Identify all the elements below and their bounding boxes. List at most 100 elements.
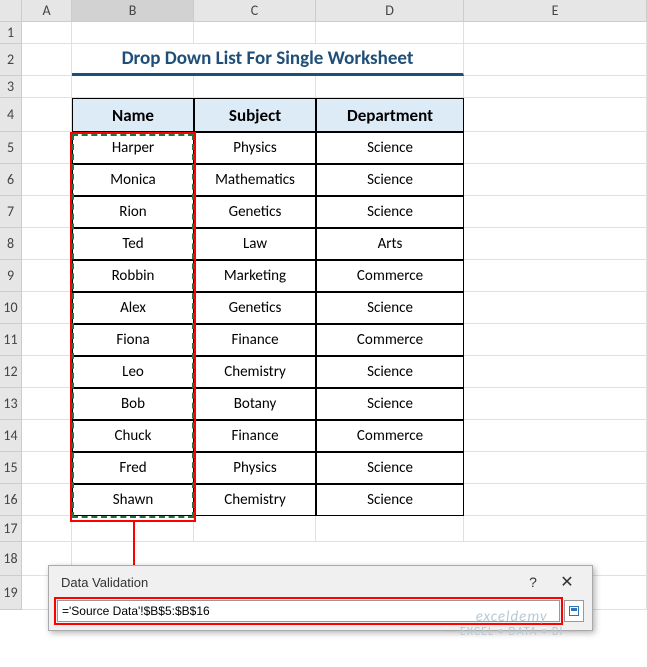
cell-name[interactable]: Shawn [72, 484, 194, 516]
cell-name[interactable]: Bob [72, 388, 194, 420]
cell-department[interactable]: Science [316, 484, 464, 516]
cell-department[interactable]: Science [316, 388, 464, 420]
cell-name[interactable]: Leo [72, 356, 194, 388]
cell[interactable] [22, 452, 72, 484]
row-header[interactable]: 14 [0, 420, 22, 452]
cell[interactable] [194, 516, 316, 542]
cell[interactable] [22, 228, 72, 260]
cell-subject[interactable]: Finance [194, 420, 316, 452]
col-header-d[interactable]: D [316, 0, 464, 21]
row-header[interactable]: 16 [0, 484, 22, 516]
cell[interactable] [22, 98, 72, 132]
cell-subject[interactable]: Genetics [194, 292, 316, 324]
row-header[interactable]: 7 [0, 196, 22, 228]
cell-department[interactable]: Arts [316, 228, 464, 260]
row-header[interactable]: 1 [0, 22, 22, 44]
col-header-e[interactable]: E [464, 0, 647, 21]
cell-name[interactable]: Fred [72, 452, 194, 484]
cell-subject[interactable]: Law [194, 228, 316, 260]
row-header[interactable]: 13 [0, 388, 22, 420]
row-header[interactable]: 19 [0, 576, 22, 610]
cell-department[interactable]: Commerce [316, 260, 464, 292]
cell[interactable] [22, 484, 72, 516]
row-header[interactable]: 2 [0, 44, 22, 76]
dialog-titlebar[interactable]: Data Validation ? ✕ [49, 566, 592, 596]
cell[interactable] [464, 292, 647, 324]
cell-subject[interactable]: Marketing [194, 260, 316, 292]
cell[interactable] [464, 452, 647, 484]
cell[interactable] [22, 356, 72, 388]
table-header-name[interactable]: Name [72, 98, 194, 132]
cell[interactable] [22, 388, 72, 420]
cell[interactable] [464, 516, 647, 542]
cell-department[interactable]: Science [316, 196, 464, 228]
row-header[interactable]: 6 [0, 164, 22, 196]
cell[interactable] [22, 196, 72, 228]
row-header[interactable]: 18 [0, 542, 22, 576]
cell[interactable] [72, 22, 194, 44]
cell-department[interactable]: Science [316, 356, 464, 388]
cell[interactable] [194, 22, 316, 44]
row-header[interactable]: 4 [0, 98, 22, 132]
cell-subject[interactable]: Physics [194, 452, 316, 484]
row-header[interactable]: 10 [0, 292, 22, 324]
row-header[interactable]: 17 [0, 516, 22, 542]
page-title[interactable]: Drop Down List For Single Worksheet [72, 44, 464, 76]
cell-name[interactable]: Robbin [72, 260, 194, 292]
row-header[interactable]: 5 [0, 132, 22, 164]
cell[interactable] [464, 196, 647, 228]
cell[interactable] [22, 132, 72, 164]
row-header[interactable]: 15 [0, 452, 22, 484]
cell[interactable] [22, 324, 72, 356]
cell[interactable] [464, 324, 647, 356]
cell[interactable] [464, 484, 647, 516]
dialog-close-button[interactable]: ✕ [550, 572, 584, 592]
cell-subject[interactable]: Physics [194, 132, 316, 164]
cell[interactable] [316, 22, 464, 44]
cell[interactable] [72, 76, 194, 98]
cell-subject[interactable]: Genetics [194, 196, 316, 228]
cell[interactable] [22, 420, 72, 452]
cell[interactable] [464, 228, 647, 260]
cell[interactable] [464, 388, 647, 420]
cell-department[interactable]: Science [316, 452, 464, 484]
cell[interactable] [464, 44, 647, 76]
cell[interactable] [22, 260, 72, 292]
cell[interactable] [316, 516, 464, 542]
row-header[interactable]: 8 [0, 228, 22, 260]
cell-department[interactable]: Commerce [316, 324, 464, 356]
cell[interactable] [464, 164, 647, 196]
table-header-subject[interactable]: Subject [194, 98, 316, 132]
cell[interactable] [22, 516, 72, 542]
cell[interactable] [464, 420, 647, 452]
cell-name[interactable]: Rion [72, 196, 194, 228]
cell[interactable] [22, 164, 72, 196]
cell[interactable] [22, 292, 72, 324]
cell-name[interactable]: Ted [72, 228, 194, 260]
row-header[interactable]: 12 [0, 356, 22, 388]
cell[interactable] [22, 76, 72, 98]
cell-subject[interactable]: Chemistry [194, 484, 316, 516]
cell[interactable] [22, 22, 72, 44]
cell[interactable] [464, 76, 647, 98]
cell[interactable] [464, 132, 647, 164]
cell-department[interactable]: Science [316, 292, 464, 324]
cell-department[interactable]: Science [316, 164, 464, 196]
cell[interactable] [22, 44, 72, 76]
table-header-department[interactable]: Department [316, 98, 464, 132]
col-header-b[interactable]: B [72, 0, 194, 21]
cell-subject[interactable]: Mathematics [194, 164, 316, 196]
cell[interactable] [464, 260, 647, 292]
cell-subject[interactable]: Finance [194, 324, 316, 356]
cell-name[interactable]: Monica [72, 164, 194, 196]
cell[interactable] [464, 98, 647, 132]
row-header[interactable]: 9 [0, 260, 22, 292]
select-all-corner[interactable] [0, 0, 22, 22]
cell-department[interactable]: Commerce [316, 420, 464, 452]
cell[interactable] [464, 22, 647, 44]
cell-department[interactable]: Science [316, 132, 464, 164]
cell-name[interactable]: Harper [72, 132, 194, 164]
cell-name[interactable]: Chuck [72, 420, 194, 452]
col-header-a[interactable]: A [22, 0, 72, 21]
row-header[interactable]: 3 [0, 76, 22, 98]
